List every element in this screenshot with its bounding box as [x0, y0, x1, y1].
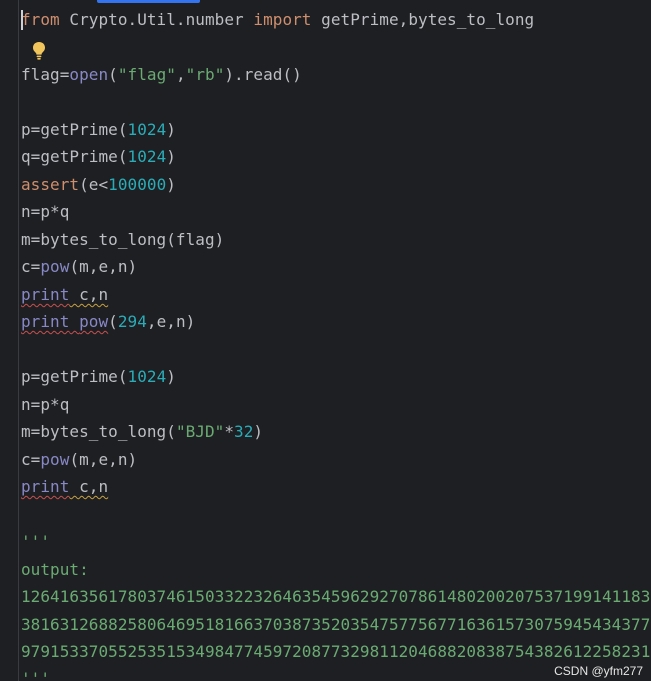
code-editor[interactable]: from Crypto.Util.number import getPrime,…: [0, 0, 651, 681]
active-tab-indicator: [97, 0, 200, 3]
keyword-assert: assert: [21, 175, 80, 194]
docstring-delimiter: ''': [21, 532, 51, 551]
code-token: ).read(): [224, 65, 302, 84]
code-token: ,: [175, 65, 186, 84]
code-token: (: [108, 312, 118, 331]
code-line-1[interactable]: from Crypto.Util.number import getPrime,…: [21, 9, 534, 31]
number-literal: 1024: [127, 120, 167, 139]
imported-names: getPrime,bytes_to_long: [311, 10, 535, 29]
code-token: c=: [21, 257, 41, 276]
code-token: m=bytes_to_long(: [21, 422, 176, 441]
code-line-18[interactable]: print c,n: [21, 476, 108, 498]
builtin-pow: pow: [40, 257, 70, 276]
output-number: 1264163561780374615033223264635459629270…: [21, 587, 651, 606]
builtin-pow: pow: [40, 450, 70, 469]
code-token: (e<: [79, 175, 109, 194]
code-line-8[interactable]: n=p*q: [21, 201, 69, 223]
code-token: (m,e,n): [69, 450, 138, 469]
code-token: q=getPrime(: [21, 147, 128, 166]
code-line-24[interactable]: 9791533705525351534984774597208773298112…: [21, 641, 650, 663]
code-line-20[interactable]: ''': [21, 531, 50, 553]
code-token: ): [166, 147, 176, 166]
code-line-3[interactable]: flag=open("flag","rb").read(): [21, 64, 302, 86]
code-line-11[interactable]: print c,n: [21, 284, 108, 306]
code-token: n=p*q: [21, 202, 70, 221]
code-line-10[interactable]: c=pow(m,e,n): [21, 256, 137, 278]
code-line-22[interactable]: 1264163561780374615033223264635459629270…: [21, 586, 650, 608]
code-token: ): [253, 422, 264, 441]
number-literal: 1024: [127, 147, 167, 166]
code-token: (: [108, 65, 118, 84]
code-line-7[interactable]: assert(e<100000): [21, 174, 176, 196]
keyword-import: import: [253, 10, 312, 29]
text-caret: [21, 10, 23, 30]
lightbulb-icon[interactable]: [32, 41, 46, 61]
builtin-open: open: [69, 65, 109, 84]
code-token: flag=: [21, 65, 70, 84]
code-token: ): [166, 120, 176, 139]
code-token: c=: [21, 450, 41, 469]
csdn-watermark: CSDN @yfm277: [548, 661, 651, 681]
keyword-print: print: [21, 285, 70, 304]
code-token: *: [224, 422, 235, 441]
module-name: Crypto.Util.number: [59, 10, 254, 29]
code-token: ,e,n): [146, 312, 196, 331]
docstring-text: output:: [21, 560, 89, 579]
docstring-delimiter: ''': [21, 669, 51, 681]
code-line-25[interactable]: ''': [21, 668, 50, 681]
keyword-print: print: [21, 312, 70, 331]
code-token: c,n: [69, 285, 109, 304]
keyword-from: from: [21, 10, 60, 29]
editor-gutter-divider: [18, 0, 19, 681]
string-literal: "flag": [117, 65, 176, 84]
code-line-17[interactable]: c=pow(m,e,n): [21, 449, 137, 471]
code-line-6[interactable]: q=getPrime(1024): [21, 146, 176, 168]
code-token: ): [166, 367, 176, 386]
string-literal: "BJD": [175, 422, 225, 441]
number-literal: 294: [117, 312, 147, 331]
keyword-print: print: [21, 477, 70, 496]
code-line-21[interactable]: output:: [21, 559, 89, 581]
code-line-23[interactable]: 3816312688258064695181663703873520354757…: [21, 614, 650, 636]
output-number: 9791533705525351534984774597208773298112…: [21, 642, 651, 661]
code-line-12[interactable]: print pow(294,e,n): [21, 311, 195, 333]
code-token: c,n: [69, 477, 109, 496]
output-number: 3816312688258064695181663703873520354757…: [21, 615, 651, 634]
code-token: (m,e,n): [69, 257, 138, 276]
code-token: n=p*q: [21, 395, 70, 414]
code-line-5[interactable]: p=getPrime(1024): [21, 119, 176, 141]
code-line-15[interactable]: n=p*q: [21, 394, 69, 416]
number-literal: 1024: [127, 367, 167, 386]
number-literal: 32: [234, 422, 254, 441]
code-token: ): [166, 175, 176, 194]
code-token: m=bytes_to_long(flag): [21, 230, 225, 249]
number-literal: 100000: [108, 175, 167, 194]
string-literal: "rb": [185, 65, 225, 84]
code-token: p=getPrime(: [21, 120, 128, 139]
code-line-14[interactable]: p=getPrime(1024): [21, 366, 176, 388]
code-line-16[interactable]: m=bytes_to_long("BJD"*32): [21, 421, 263, 443]
code-token: p=getPrime(: [21, 367, 128, 386]
code-line-9[interactable]: m=bytes_to_long(flag): [21, 229, 224, 251]
builtin-pow: pow: [79, 312, 109, 331]
